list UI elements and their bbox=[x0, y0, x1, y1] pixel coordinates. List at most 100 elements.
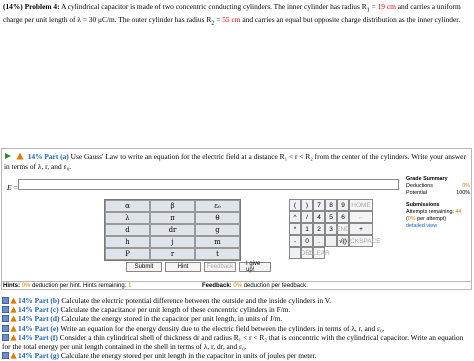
attempts-row: Attempts remaining: 44 bbox=[406, 209, 470, 216]
part-box-icon bbox=[2, 351, 9, 359]
feedback-text: deduction per feedback. bbox=[243, 283, 308, 289]
part-box-icon bbox=[2, 324, 9, 332]
part-row[interactable]: 14% Part (c) Calculate the capacitance p… bbox=[2, 305, 472, 314]
part-box-icon bbox=[2, 297, 9, 304]
attempts-label: Attempts remaining: bbox=[406, 209, 454, 215]
part-a-header: 14% Part (a) Use Gauss' Law to write an … bbox=[4, 152, 469, 171]
keypad-symbol-key[interactable]: θ bbox=[195, 212, 240, 224]
keypad-operator-key[interactable]: ( bbox=[289, 199, 301, 211]
keypad-operator-key[interactable]: 2 bbox=[313, 223, 325, 235]
keypad-symbol-key[interactable]: d bbox=[105, 224, 150, 236]
submissions-title: Submissions bbox=[406, 202, 440, 208]
problem-text-a: A cylindrical capacitor is made of two c… bbox=[61, 2, 367, 11]
hints-remaining: 1 bbox=[128, 283, 132, 289]
part-a-percent: 14% Part (a) bbox=[27, 152, 69, 161]
part-row[interactable]: 14% Part (e) Write an equation for the e… bbox=[2, 324, 472, 333]
keypad-symbol-key[interactable]: r bbox=[150, 248, 195, 260]
grade-summary: Grade Summary Deductions 0% Potential 100%… bbox=[406, 176, 470, 230]
keypad-operator-key[interactable]: ← bbox=[349, 211, 373, 223]
deductions-row: Deductions 0% bbox=[406, 183, 470, 190]
keypad-symbol-key[interactable]: g bbox=[195, 224, 240, 236]
keypad-operator-key[interactable]: 8 bbox=[325, 199, 337, 211]
keypad-operator-key[interactable]: + bbox=[349, 223, 373, 235]
part-percent: 14% Part (e) bbox=[18, 323, 59, 333]
hints-percent: 0% bbox=[21, 283, 31, 289]
potential-label: Potential bbox=[406, 190, 427, 196]
problem-title: Problem 4: bbox=[24, 2, 60, 11]
part-text: Write an equation for the energy density… bbox=[60, 323, 385, 333]
keypad-symbol-key[interactable]: t bbox=[195, 248, 240, 260]
part-row[interactable]: 14% Part (f) Consider a thin cylindrical… bbox=[2, 333, 472, 351]
keypad-operator-key[interactable]: 1 bbox=[301, 223, 313, 235]
keypad-operator-key[interactable]: 4 bbox=[313, 211, 325, 223]
detailed-view-link[interactable]: detailed view bbox=[406, 223, 470, 230]
per-attempt-label: per attempt) bbox=[417, 216, 447, 222]
play-icon[interactable] bbox=[4, 152, 12, 160]
per-attempt-value: 0% bbox=[407, 216, 416, 222]
action-buttons: Submit Hint Feedback I give up! bbox=[126, 261, 271, 273]
hints-label: Hints: bbox=[3, 283, 20, 289]
keypad-symbol-key[interactable]: h bbox=[105, 236, 150, 248]
feedback-label: Feedback: bbox=[202, 283, 232, 289]
keypad-operator-key[interactable]: ^ bbox=[289, 211, 301, 223]
operator-keypad: () 7 8 9 HOME ^/4 5 6 ← * 1 2 3 END + -0. √() BACKSPACE DE… bbox=[289, 199, 381, 259]
keypad-operator-key[interactable]: ) bbox=[301, 199, 313, 211]
hint-button[interactable]: Hint bbox=[165, 262, 201, 272]
problem-statement: (14%) Problem 4: A cylindrical capacitor… bbox=[3, 2, 469, 29]
part-row[interactable]: 14% Part (b) Calculate the electric pote… bbox=[2, 296, 472, 305]
keypad-operator-key[interactable]: - bbox=[289, 235, 301, 247]
keypad-operator-key[interactable]: 9 bbox=[337, 199, 349, 211]
keypad-operator-key[interactable] bbox=[325, 235, 337, 247]
symbol-keypad: α β ε₀ λ π θ d dr g h j m Pr t bbox=[104, 199, 241, 261]
keypad-symbol-key[interactable]: λ bbox=[105, 212, 150, 224]
deductions-label: Deductions bbox=[406, 183, 433, 189]
keypad-operator-key[interactable]: 6 bbox=[337, 211, 349, 223]
parts-list: 14% Part (b) Calculate the electric pote… bbox=[2, 296, 472, 360]
warning-icon bbox=[10, 297, 17, 304]
feedback-percent: 0% bbox=[233, 283, 243, 289]
hints-bar: Hints: 0% deduction per hint. Hints rema… bbox=[1, 281, 472, 290]
warning-icon bbox=[16, 152, 24, 160]
part-row[interactable]: 14% Part (g) Calculate the energy stored… bbox=[2, 351, 472, 360]
part-text: Calculate the electric potential differe… bbox=[61, 296, 331, 305]
warning-icon bbox=[10, 352, 17, 359]
part-percent: 14% Part (g) bbox=[18, 350, 60, 360]
keypad-operator-key[interactable]: 7 bbox=[313, 199, 325, 211]
keypad-operator-key[interactable]: / bbox=[301, 211, 313, 223]
keypad-operator-key[interactable]: * bbox=[289, 223, 301, 235]
part-box-icon bbox=[2, 333, 9, 341]
keypad-symbol-key[interactable]: j bbox=[150, 236, 195, 248]
keypad-symbol-key[interactable]: m bbox=[195, 236, 240, 248]
part-percent: 14% Part (f) bbox=[18, 332, 58, 342]
keypad-operator-key[interactable]: . bbox=[313, 235, 325, 247]
warning-icon bbox=[10, 334, 17, 341]
part-percent: 14% Part (d) bbox=[18, 314, 60, 324]
hints-text: deduction per hint. Hints remaining: bbox=[32, 283, 127, 289]
keypad-operator-key[interactable]: 0 bbox=[301, 235, 313, 247]
keypad-symbol-key[interactable]: α bbox=[105, 200, 150, 212]
give-up-button[interactable]: I give up! bbox=[239, 261, 271, 273]
keypad-operator-key[interactable]: CLEAR bbox=[308, 247, 330, 259]
part-box-icon bbox=[2, 306, 9, 314]
keypad-operator-key[interactable]: HOME bbox=[349, 199, 373, 211]
keypad-symbol-key[interactable]: ε₀ bbox=[195, 200, 240, 212]
keypad-symbol-key[interactable]: π bbox=[150, 212, 195, 224]
answer-input[interactable] bbox=[18, 179, 399, 190]
feedback-button[interactable]: Feedback bbox=[204, 262, 236, 272]
part-box-icon bbox=[2, 315, 9, 323]
keypad-symbol-key[interactable]: P bbox=[105, 248, 150, 260]
keypad-operator-key[interactable]: END bbox=[336, 223, 350, 235]
keypad-symbol-key[interactable]: β bbox=[150, 200, 195, 212]
part-text: Calculate the capacitance per unit lengt… bbox=[60, 305, 291, 315]
keypad-operator-key[interactable]: BACKSPACE bbox=[341, 235, 381, 247]
keypad-operator-key[interactable]: 5 bbox=[325, 211, 337, 223]
part-row[interactable]: 14% Part (d) Calculate the energy stored… bbox=[2, 314, 472, 323]
part-text: Consider a thin cylindrical shell of thi… bbox=[2, 332, 464, 351]
attempts-value: 44 bbox=[455, 209, 462, 215]
keypad-symbol-key[interactable]: dr bbox=[150, 224, 195, 236]
part-a-text: Use Gauss' Law to write an equation for … bbox=[4, 152, 466, 171]
submit-button[interactable]: Submit bbox=[126, 262, 162, 272]
problem-weight: (14%) bbox=[3, 2, 23, 11]
keypad-operator-key[interactable] bbox=[289, 247, 301, 259]
part-text: Calculate the energy stored per unit len… bbox=[60, 350, 317, 360]
